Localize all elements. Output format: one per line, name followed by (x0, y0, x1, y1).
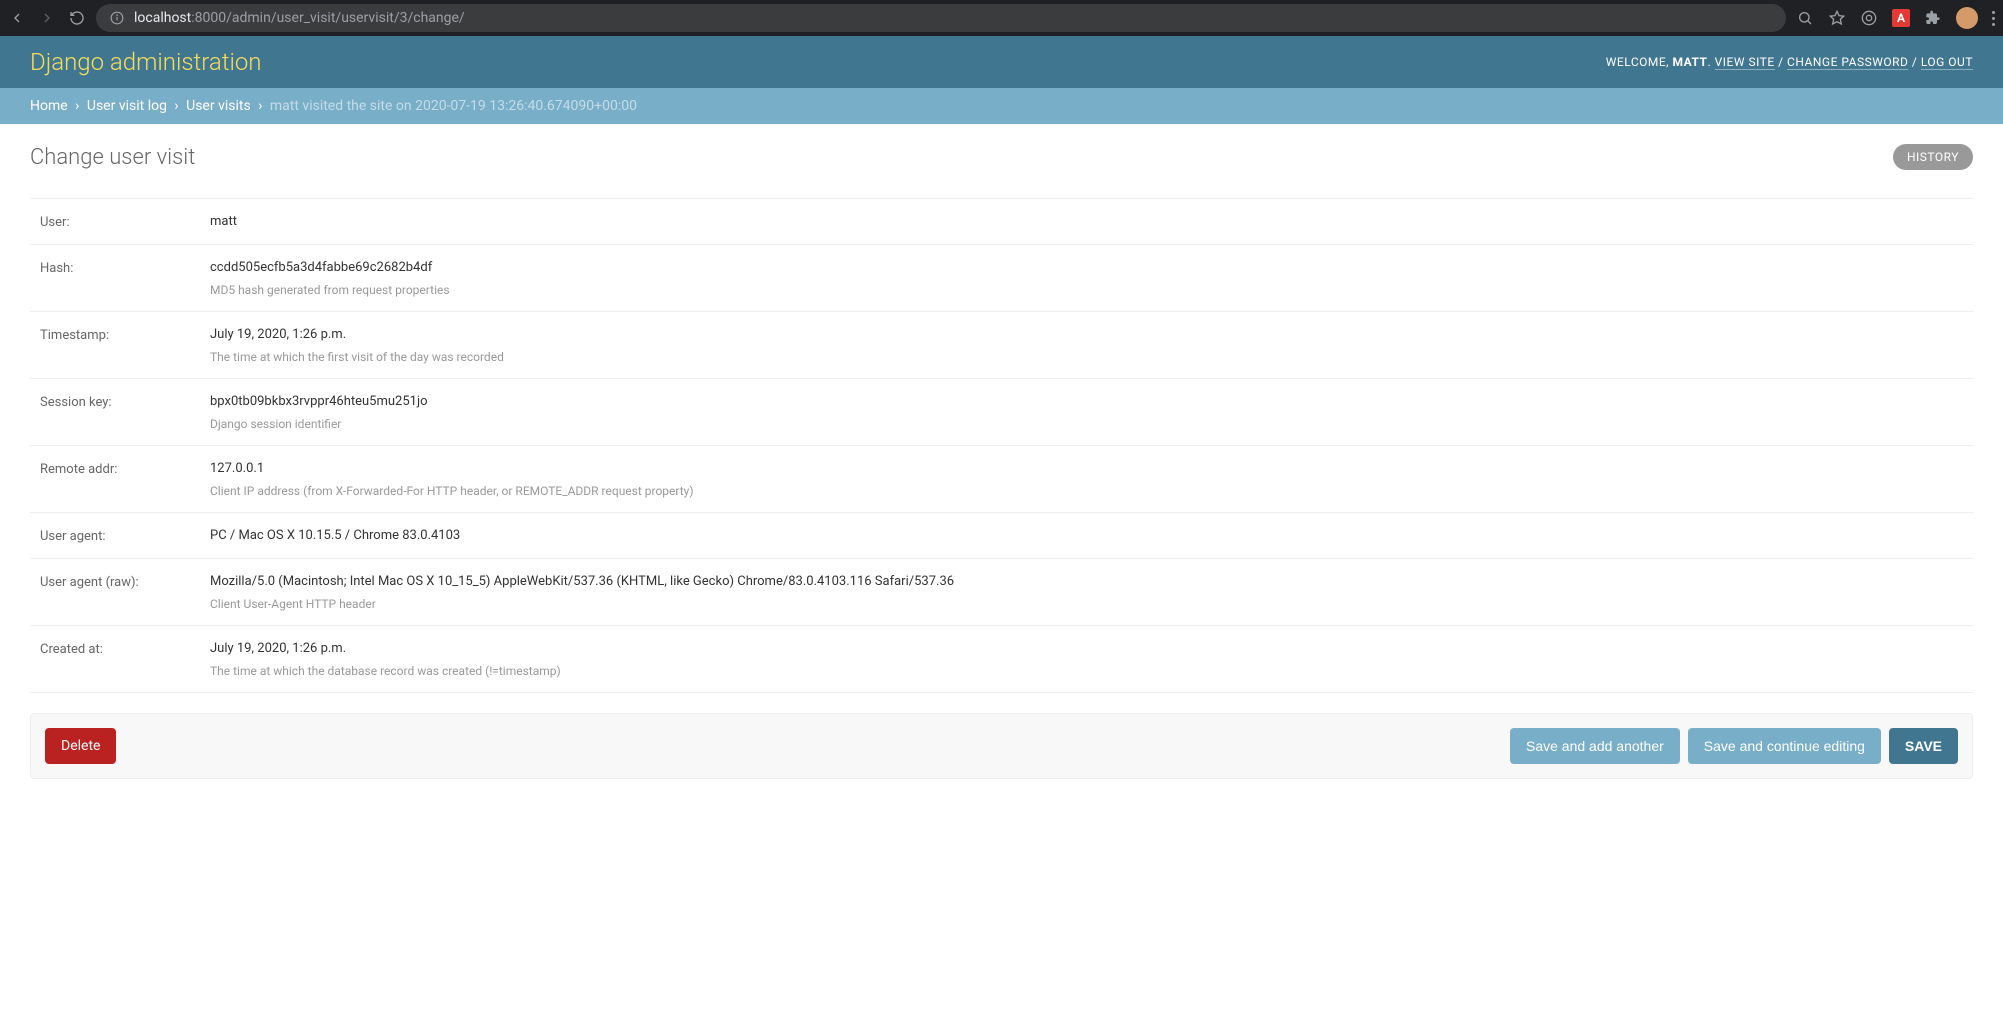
field-label: User: (40, 213, 210, 230)
url-path: :8000/admin/user_visit/uservisit/3/chang… (191, 10, 464, 26)
zoom-icon[interactable] (1796, 9, 1814, 27)
field-value: PC / Mac OS X 10.15.5 / Chrome 83.0.4103 (210, 527, 1973, 543)
field-label: Created at: (40, 640, 210, 657)
forward-icon[interactable] (38, 9, 56, 27)
user-tools: WELCOME, MATT. VIEW SITE / CHANGE PASSWO… (1606, 55, 1973, 69)
save-button[interactable] (1889, 728, 1958, 764)
field-label: Timestamp: (40, 326, 210, 343)
form-row: User:matt (30, 198, 1973, 245)
view-site-link[interactable]: VIEW SITE (1715, 55, 1775, 70)
breadcrumb-current: matt visited the site on 2020-07-19 13:2… (270, 98, 637, 114)
breadcrumb-sep: › (170, 98, 182, 114)
field-value: matt (210, 213, 1973, 229)
field-label: Remote addr: (40, 460, 210, 477)
welcome-text: WELCOME, (1606, 55, 1669, 69)
field-help: MD5 hash generated from request properti… (210, 283, 1973, 297)
content: Change user visit HISTORY User:mattHash:… (0, 124, 2003, 809)
field-help: The time at which the first visit of the… (210, 350, 1973, 364)
field-value: Mozilla/5.0 (Macintosh; Intel Mac OS X 1… (210, 573, 1973, 589)
breadcrumb-model[interactable]: User visits (186, 98, 251, 114)
field-help: Client User-Agent HTTP header (210, 597, 1973, 611)
breadcrumb-app[interactable]: User visit log (87, 98, 167, 114)
field-label: Session key: (40, 393, 210, 410)
django-header: Django administration WELCOME, MATT. VIE… (0, 36, 2003, 88)
fieldset: User:mattHash:ccdd505ecfb5a3d4fabbe69c26… (30, 190, 1973, 693)
submit-row: Delete (30, 713, 1973, 779)
breadcrumb-home[interactable]: Home (30, 98, 68, 114)
url-text: localhost:8000/admin/user_visit/uservisi… (134, 10, 465, 26)
field-box: matt (210, 213, 1973, 229)
field-value: July 19, 2020, 1:26 p.m. (210, 640, 1973, 656)
field-box: ccdd505ecfb5a3d4fabbe69c2682b4df MD5 hash… (210, 259, 1973, 297)
field-help: The time at which the database record wa… (210, 664, 1973, 678)
form-row: User agent (raw):Mozilla/5.0 (Macintosh;… (30, 559, 1973, 626)
content-header: Change user visit HISTORY (30, 144, 1973, 170)
extension-a-icon[interactable]: A (1892, 9, 1910, 27)
history-button[interactable]: HISTORY (1893, 144, 1973, 170)
field-value: 127.0.0.1 (210, 460, 1973, 476)
form-row: Session key:bpx0tb09bkbx3rvppr46hteu5mu2… (30, 379, 1973, 446)
form-row: User agent:PC / Mac OS X 10.15.5 / Chrom… (30, 513, 1973, 559)
star-icon[interactable] (1828, 9, 1846, 27)
profile-avatar[interactable] (1956, 7, 1978, 29)
save-add-another-button[interactable] (1510, 728, 1680, 764)
back-icon[interactable] (8, 9, 26, 27)
field-box: PC / Mac OS X 10.15.5 / Chrome 83.0.4103 (210, 527, 1973, 543)
breadcrumb-sep: › (71, 98, 83, 114)
site-name[interactable]: Django administration (30, 48, 262, 76)
url-bar[interactable]: localhost:8000/admin/user_visit/uservisi… (96, 4, 1786, 32)
field-label: User agent: (40, 527, 210, 544)
breadcrumbs: Home › User visit log › User visits › ma… (0, 88, 2003, 124)
nav-arrows (8, 9, 86, 27)
form-row: Created at:July 19, 2020, 1:26 p.m. The t… (30, 626, 1973, 693)
field-box: July 19, 2020, 1:26 p.m. The time at whic… (210, 326, 1973, 364)
field-value: ccdd505ecfb5a3d4fabbe69c2682b4df (210, 259, 1973, 275)
info-icon[interactable] (108, 9, 126, 27)
url-host: localhost (134, 10, 191, 26)
extension-puzzle-icon[interactable] (1924, 9, 1942, 27)
chrome-right: A (1796, 7, 1995, 29)
field-box: July 19, 2020, 1:26 p.m. The time at whic… (210, 640, 1973, 678)
username: MATT (1673, 55, 1708, 69)
change-form: User:mattHash:ccdd505ecfb5a3d4fabbe69c26… (30, 190, 1973, 779)
field-value: bpx0tb09bkbx3rvppr46hteu5mu251jo (210, 393, 1973, 409)
browser-chrome: localhost:8000/admin/user_visit/uservisi… (0, 0, 2003, 36)
save-continue-button[interactable] (1688, 728, 1881, 764)
logout-link[interactable]: LOG OUT (1921, 55, 1973, 70)
page-title: Change user visit (30, 145, 195, 170)
form-row: Remote addr:127.0.0.1 Client IP address (… (30, 446, 1973, 513)
field-value: July 19, 2020, 1:26 p.m. (210, 326, 1973, 342)
form-row: Timestamp:July 19, 2020, 1:26 p.m. The ti… (30, 312, 1973, 379)
reload-icon[interactable] (68, 9, 86, 27)
form-row: Hash:ccdd505ecfb5a3d4fabbe69c2682b4df MD5… (30, 245, 1973, 312)
field-label: User agent (raw): (40, 573, 210, 590)
field-help: Django session identifier (210, 417, 1973, 431)
breadcrumb-sep: › (254, 98, 266, 114)
delete-button[interactable]: Delete (45, 728, 116, 764)
field-label: Hash: (40, 259, 210, 276)
field-box: 127.0.0.1 Client IP address (from X-Forwa… (210, 460, 1973, 498)
field-box: bpx0tb09bkbx3rvppr46hteu5mu251jo Django s… (210, 393, 1973, 431)
field-help: Client IP address (from X-Forwarded-For … (210, 484, 1973, 498)
incognito-icon[interactable] (1860, 9, 1878, 27)
menu-dots-icon[interactable] (1992, 11, 1995, 26)
field-box: Mozilla/5.0 (Macintosh; Intel Mac OS X 1… (210, 573, 1973, 611)
change-password-link[interactable]: CHANGE PASSWORD (1787, 55, 1908, 70)
